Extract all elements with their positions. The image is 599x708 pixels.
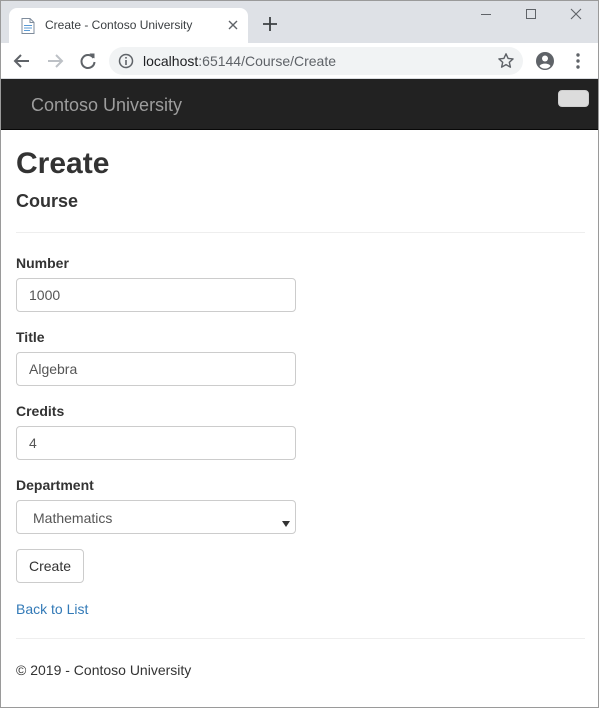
number-input[interactable] xyxy=(16,278,296,312)
arrow-left-icon[interactable] xyxy=(11,50,33,72)
plus-icon[interactable] xyxy=(260,14,280,34)
browser-toolbar: localhost:65144/Course/Create xyxy=(1,43,598,79)
tab-title: Create - Contoso University xyxy=(45,18,193,32)
url-path: :65144/Course/Create xyxy=(198,53,337,69)
account-icon[interactable] xyxy=(535,51,555,71)
browser-tab[interactable]: Create - Contoso University xyxy=(9,8,248,43)
window-close-icon[interactable] xyxy=(565,5,587,23)
footer-divider xyxy=(16,638,585,639)
url-host: localhost xyxy=(143,53,199,69)
maximize-icon[interactable] xyxy=(520,5,542,23)
minimize-icon[interactable] xyxy=(475,5,497,23)
department-label: Department xyxy=(16,477,94,493)
page-subtitle: Course xyxy=(16,191,79,211)
department-selected-value: Mathematics xyxy=(33,510,113,526)
tab-strip: Create - Contoso University xyxy=(1,1,598,43)
close-icon[interactable] xyxy=(224,16,242,34)
page-title: Create xyxy=(16,147,110,180)
info-icon[interactable] xyxy=(118,53,134,69)
star-icon[interactable] xyxy=(497,52,515,70)
back-to-list-link[interactable]: Back to List xyxy=(16,601,88,617)
page-icon xyxy=(21,18,35,34)
department-select[interactable]: Mathematics xyxy=(16,500,296,534)
url-text: localhost:65144/Course/Create xyxy=(143,53,336,69)
credits-input[interactable] xyxy=(16,426,296,460)
title-label: Title xyxy=(16,329,45,345)
reload-icon[interactable] xyxy=(77,50,99,72)
navbar-toggle-button[interactable] xyxy=(558,90,589,107)
title-input[interactable] xyxy=(16,352,296,386)
create-button[interactable]: Create xyxy=(16,549,84,583)
footer-text: © 2019 - Contoso University xyxy=(16,662,192,678)
number-label: Number xyxy=(16,255,69,271)
address-bar[interactable]: localhost:65144/Course/Create xyxy=(109,47,523,75)
chevron-down-icon xyxy=(282,514,290,527)
brand-link[interactable]: Contoso University xyxy=(31,95,182,116)
browser-window: Create - Contoso University localhost:65… xyxy=(0,0,599,708)
site-navbar: Contoso University xyxy=(1,79,598,130)
arrow-right-icon[interactable] xyxy=(44,50,66,72)
divider xyxy=(16,232,585,233)
credits-label: Credits xyxy=(16,403,65,419)
kebab-menu-icon[interactable] xyxy=(571,51,585,71)
